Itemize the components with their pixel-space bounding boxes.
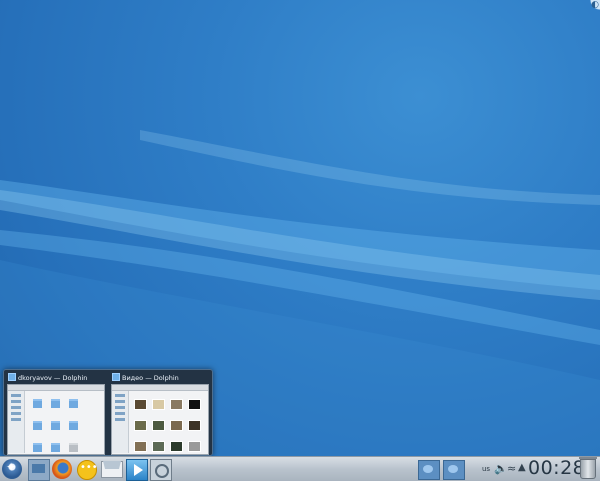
task-preview-dolphin-video[interactable]: Видео — Dolphin xyxy=(110,373,209,473)
pager-desktop-2[interactable] xyxy=(443,460,465,480)
task-preview-dolphin-home[interactable]: dkoryavov — Dolphin xyxy=(6,373,105,455)
task-preview-title: dkoryavov — Dolphin xyxy=(6,373,104,383)
digital-clock[interactable]: 00:28 xyxy=(528,457,585,479)
task-preview-popup: dkoryavov — Dolphin Видео — Dolphin xyxy=(3,369,213,473)
folder-icon xyxy=(8,373,16,381)
window-thumbnail xyxy=(7,384,105,455)
task-preview-title-text: dkoryavov — Dolphin xyxy=(18,374,88,382)
trash-icon[interactable] xyxy=(579,457,597,479)
media-player-icon[interactable] xyxy=(126,459,148,481)
taskbar-panel: us 🔈 ≈ ▲ 00:28 xyxy=(0,456,600,481)
desktop-toolbox-button[interactable]: ◐ xyxy=(584,0,600,16)
desktop-background: ◐ dkoryavov — Dolphin Видео — Dolphin ✦ … xyxy=(0,0,600,481)
folder-view-icon[interactable] xyxy=(28,459,50,481)
keyboard-layout-indicator[interactable]: us xyxy=(482,465,490,473)
volume-icon[interactable]: 🔈 xyxy=(494,462,508,475)
kmail-icon[interactable] xyxy=(101,461,123,478)
firefox-icon[interactable] xyxy=(52,459,72,479)
pager-desktop-1[interactable] xyxy=(418,460,440,480)
tray-expand-icon[interactable]: ▲ xyxy=(518,462,526,473)
task-preview-title-text: Видео — Dolphin xyxy=(122,374,179,382)
kopete-chat-icon[interactable] xyxy=(77,460,98,480)
window-thumbnail xyxy=(111,384,209,473)
task-preview-title: Видео — Dolphin xyxy=(110,373,208,383)
photo-app-icon[interactable] xyxy=(150,459,172,481)
application-launcher-icon[interactable] xyxy=(2,459,22,479)
network-icon[interactable]: ≈ xyxy=(507,462,516,475)
folder-icon xyxy=(112,373,120,381)
plasma-toolbox-icon: ◐ xyxy=(591,0,599,10)
